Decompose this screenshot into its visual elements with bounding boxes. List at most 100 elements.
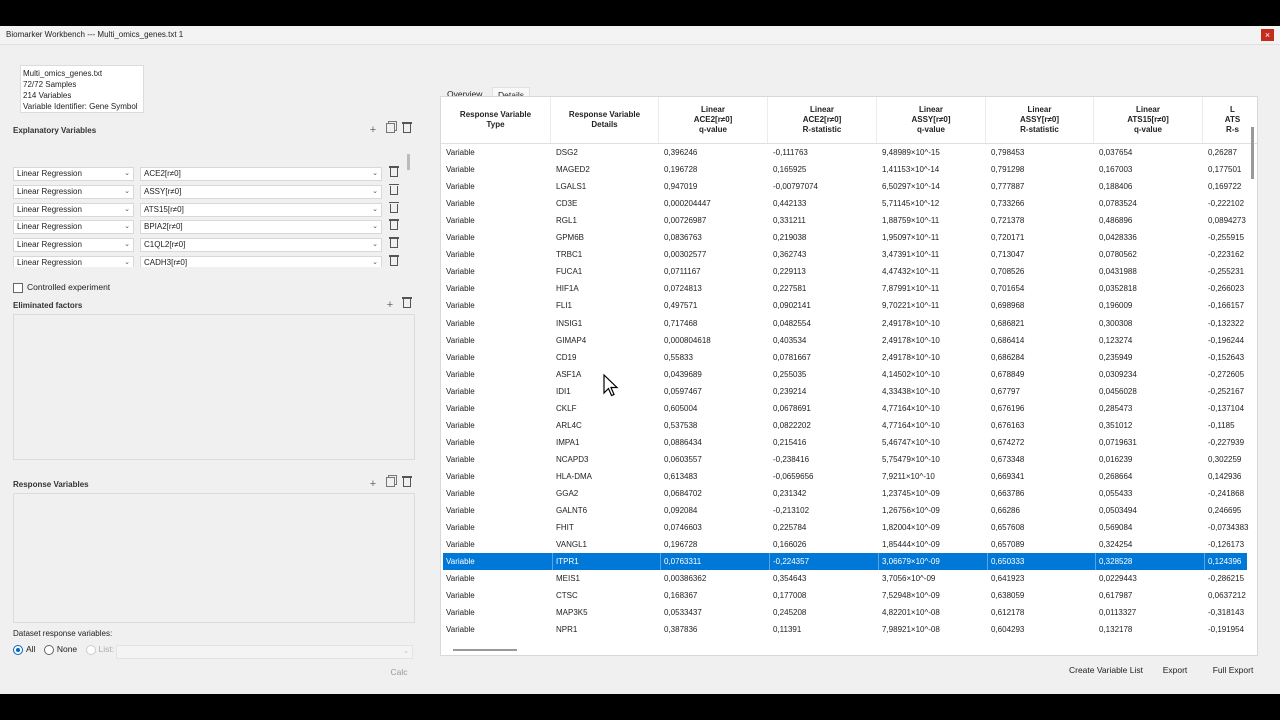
- method-select[interactable]: Linear Regression ⌄: [13, 167, 134, 181]
- variable-select[interactable]: ACE2[r≠0] ⌄: [140, 167, 382, 181]
- table-row[interactable]: Variable IMPA1 0,0886434 0,215416 5,46747×10…: [443, 434, 1247, 451]
- column-header[interactable]: Linear ASSY[r≠0] q-value: [877, 97, 986, 143]
- sample-count: 72/72 Samples: [23, 80, 77, 89]
- add-explanatory-icon[interactable]: +: [366, 123, 380, 137]
- column-header[interactable]: Linear ACE2[r≠0] R-statistic: [768, 97, 877, 143]
- table-row[interactable]: Variable CD3E 0,000204447 0,442133 5,71145×1…: [443, 195, 1247, 212]
- delete-eliminated-icon[interactable]: [400, 297, 414, 312]
- table-cell: 0,0456028: [1099, 386, 1137, 396]
- method-select[interactable]: Linear Regression ⌄: [13, 220, 134, 235]
- table-cell: 4,33438×10^-10: [882, 386, 940, 396]
- table-cell: -0,255231: [1208, 267, 1245, 277]
- table-row[interactable]: Variable TRBC1 0,00302577 0,362743 3,47391×1…: [443, 246, 1247, 263]
- column-header[interactable]: Linear ACE2[r≠0] q-value: [659, 97, 768, 143]
- table-row[interactable]: Variable GALNT6 0,092084 -0,213102 1,26756×1…: [443, 502, 1247, 519]
- variable-select[interactable]: BPIA2[r≠0] ⌄: [140, 220, 382, 235]
- table-cell: 0,686284: [991, 352, 1025, 362]
- delete-explanatory-icon[interactable]: [400, 122, 414, 137]
- method-select[interactable]: Linear Regression ⌄: [13, 184, 134, 199]
- variable-select[interactable]: C1QL2[r≠0] ⌄: [140, 238, 382, 253]
- vertical-scrollbar[interactable]: [1251, 127, 1254, 179]
- table-row[interactable]: Variable ARL4C 0,537538 0,0822202 4,77164×10…: [443, 417, 1247, 434]
- table-cell: 0,00302577: [664, 250, 707, 260]
- copy-explanatory-icon[interactable]: [383, 123, 397, 137]
- table-cell: 0,0763311: [661, 553, 770, 571]
- method-select[interactable]: Linear Regression ⌄: [13, 202, 134, 217]
- table-row[interactable]: Variable NCAPD3 0,0603557 -0,238416 5,75479×…: [443, 451, 1247, 468]
- response-variables-list[interactable]: [13, 493, 415, 623]
- table-cell: 0,721378: [991, 216, 1025, 226]
- delete-row-icon[interactable]: [387, 219, 401, 234]
- full-export-button[interactable]: Full Export: [1208, 662, 1258, 678]
- table-row[interactable]: Variable RGL1 0,00726987 0,331211 1,88759×10…: [443, 212, 1247, 229]
- table-row[interactable]: Variable LGALS1 0,947019 -0,00797074 6,50297…: [443, 178, 1247, 195]
- radio-list[interactable]: List:: [85, 644, 114, 655]
- table-cell: 0,569084: [1099, 523, 1133, 533]
- chevron-down-icon: ⌄: [124, 241, 130, 249]
- table-row[interactable]: Variable ASF1A 0,0439689 0,255035 4,14502×10…: [443, 366, 1247, 383]
- table-row[interactable]: Variable CKLF 0,605004 0,0678691 4,77164×10^…: [443, 400, 1247, 417]
- delete-row-icon[interactable]: [387, 201, 401, 217]
- table-cell: 0,0822202: [773, 420, 811, 430]
- delete-row-icon[interactable]: [387, 166, 401, 181]
- table-cell: 0,676163: [991, 420, 1025, 430]
- table-row[interactable]: Variable CTSC 0,168367 0,177008 7,52948×10^-…: [443, 587, 1247, 604]
- radio-none[interactable]: None: [43, 644, 77, 655]
- table-row[interactable]: Variable ITPR1 0,0763311 -0,224357 3,06679×1…: [443, 553, 1247, 571]
- horizontal-scrollbar[interactable]: [453, 649, 517, 651]
- close-button[interactable]: ×: [1261, 29, 1274, 41]
- table-row[interactable]: Variable MEIS1 0,00386362 0,354643 3,7056×10…: [443, 570, 1247, 587]
- table-cell: 0,0637212: [1208, 591, 1246, 601]
- add-eliminated-icon[interactable]: +: [383, 298, 397, 312]
- table-cell: 0,166026: [773, 540, 807, 550]
- delete-response-icon[interactable]: [400, 476, 414, 491]
- table-cell: Variable: [446, 369, 475, 379]
- table-row[interactable]: Variable IDI1 0,0597467 0,239214 4,33438×10^…: [443, 383, 1247, 400]
- table-row[interactable]: Variable HIF1A 0,0724813 0,227581 7,87991×10…: [443, 280, 1247, 297]
- table-row[interactable]: Variable HLA-DMA 0,613483 -0,0659656 7,9211×…: [443, 468, 1247, 485]
- column-header[interactable]: Linear ASSY[r≠0] R-statistic: [986, 97, 1094, 143]
- variable-select[interactable]: CADH3[r≠0] ⌄: [140, 256, 382, 267]
- eliminated-factors-list[interactable]: [13, 314, 415, 460]
- table-row[interactable]: Variable GGA2 0,0684702 0,231342 1,23745×10^…: [443, 485, 1247, 502]
- method-select[interactable]: Linear Regression ⌄: [13, 238, 134, 253]
- table-row[interactable]: Variable MAGED2 0,196728 0,165925 1,41153×10…: [443, 161, 1247, 178]
- column-header[interactable]: Response Variable Type: [441, 97, 551, 143]
- table-row[interactable]: Variable FLI1 0,497571 0,0902141 9,70221×10^…: [443, 297, 1247, 314]
- delete-row-icon[interactable]: [387, 255, 401, 267]
- table-row[interactable]: Variable DSG2 0,396246 -0,111763 9,48989×10^…: [443, 144, 1247, 161]
- table-row[interactable]: Variable GIMAP4 0,000804618 0,403534 2,49178…: [443, 332, 1247, 349]
- table-row[interactable]: Variable FUCA1 0,0711167 0,229113 4,47432×10…: [443, 263, 1247, 280]
- table-row[interactable]: Variable FHIT 0,0746603 0,225784 1,82004×10^…: [443, 519, 1248, 536]
- variable-select[interactable]: ASSY[r≠0] ⌄: [140, 184, 382, 199]
- table-cell: Variable: [446, 182, 475, 192]
- table-row[interactable]: Variable NPR1 0,387836 0,11391 7,98921×10^-0…: [443, 621, 1247, 638]
- export-button[interactable]: Export: [1158, 662, 1192, 678]
- column-header[interactable]: L ATS R-s: [1203, 97, 1257, 143]
- table-row[interactable]: Variable INSIG1 0,717468 0,0482554 2,49178×1…: [443, 315, 1247, 332]
- table-row[interactable]: Variable CD19 0,55833 0,0781667 2,49178×10^-…: [443, 349, 1247, 366]
- delete-row-icon[interactable]: [387, 183, 401, 199]
- table-row[interactable]: Variable VANGL1 0,196728 0,166026 1,85444×10…: [443, 536, 1247, 553]
- copy-response-icon[interactable]: [383, 477, 397, 491]
- delete-row-icon[interactable]: [387, 237, 401, 252]
- controlled-experiment-checkbox[interactable]: Controlled experiment: [13, 282, 110, 293]
- table-row[interactable]: Variable MAP3K5 0,0533437 0,245208 4,82201×1…: [443, 604, 1247, 621]
- checkbox-box[interactable]: [13, 282, 23, 293]
- table-cell: 0,387836: [664, 625, 698, 635]
- radio-all[interactable]: All: [13, 644, 35, 655]
- calc-button[interactable]: Calc: [384, 664, 414, 680]
- method-select[interactable]: Linear Regression ⌄: [13, 256, 134, 267]
- table-cell: 0,00726987: [664, 216, 707, 226]
- add-response-icon[interactable]: +: [366, 477, 380, 491]
- chevron-down-icon: ⌄: [372, 205, 378, 213]
- column-header[interactable]: Linear ATS15[r≠0] q-value: [1094, 97, 1203, 143]
- explanatory-scrollbar[interactable]: [407, 154, 410, 170]
- table-row[interactable]: Variable GPM6B 0,0836763 0,219038 1,95097×10…: [443, 229, 1247, 246]
- variable-select[interactable]: ATS15[r≠0] ⌄: [140, 202, 382, 217]
- table-cell: CKLF: [556, 403, 577, 413]
- table-cell: 0,000204447: [664, 199, 711, 209]
- list-select[interactable]: ⌄: [116, 645, 413, 659]
- column-header[interactable]: Response Variable Details: [551, 97, 659, 143]
- create-variable-list-button[interactable]: Create Variable List: [1068, 662, 1144, 678]
